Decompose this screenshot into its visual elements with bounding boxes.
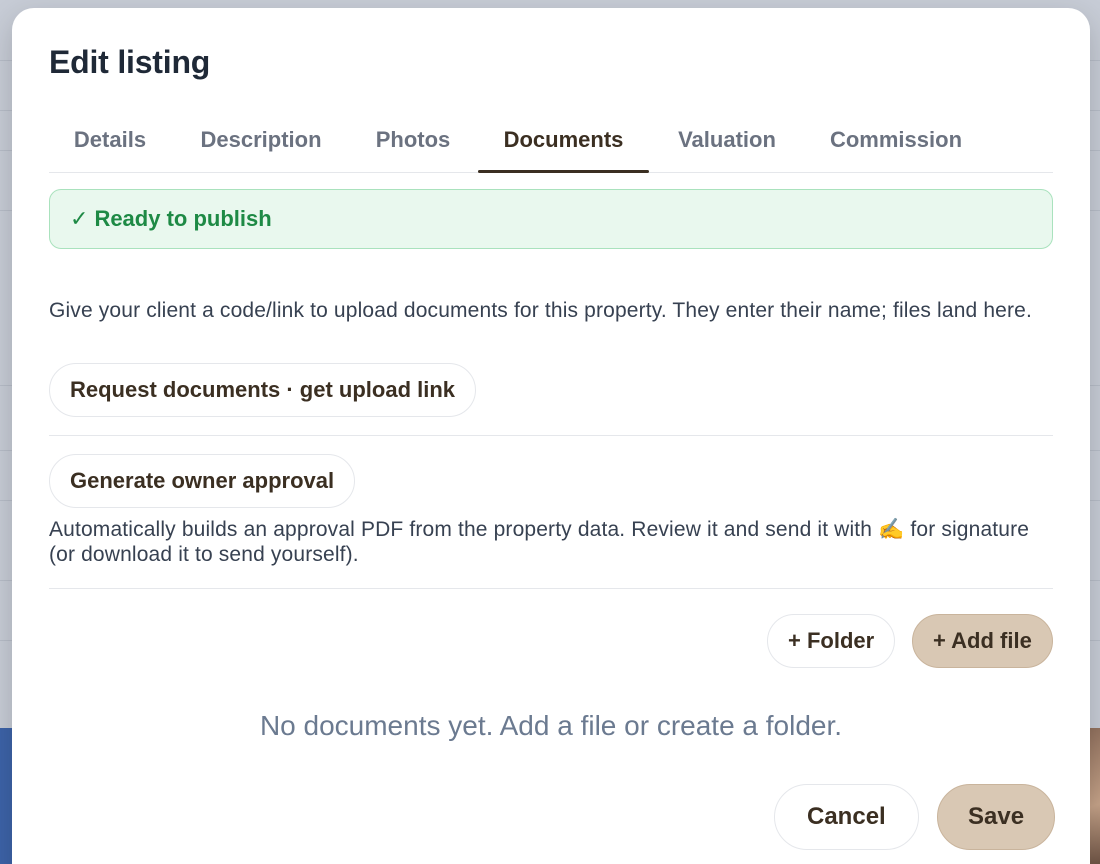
modal-title: Edit listing <box>49 44 211 80</box>
tab-commission[interactable]: Commission <box>817 120 975 172</box>
tab-bar: Details Description Photos Documents Val… <box>49 120 1053 173</box>
approval-description: Automatically builds an approval PDF fro… <box>49 518 1030 566</box>
tab-details[interactable]: Details <box>49 120 171 172</box>
status-text: Ready to publish <box>94 206 272 231</box>
tab-description[interactable]: Description <box>187 120 335 172</box>
add-file-button[interactable]: + Add file <box>912 614 1053 668</box>
tab-photos[interactable]: Photos <box>365 120 461 172</box>
check-icon: ✓ <box>70 206 89 231</box>
generate-owner-approval-button[interactable]: Generate owner approval <box>49 454 356 508</box>
section-divider <box>49 588 1053 589</box>
add-folder-button[interactable]: + Folder <box>767 614 896 668</box>
edit-listing-modal: Edit listing Details Description Photos … <box>12 8 1090 864</box>
tab-valuation[interactable]: Valuation <box>666 120 788 172</box>
request-description: Give your client a code/link to upload d… <box>49 299 1032 322</box>
save-button[interactable]: Save <box>937 784 1056 850</box>
cancel-button[interactable]: Cancel <box>774 784 919 850</box>
tab-documents[interactable]: Documents <box>478 120 649 173</box>
request-documents-button[interactable]: Request documents · get upload link <box>49 363 477 417</box>
section-divider <box>49 435 1053 436</box>
empty-state-text: No documents yet. Add a file or create a… <box>259 710 843 741</box>
status-banner: ✓ Ready to publish <box>49 189 1053 249</box>
